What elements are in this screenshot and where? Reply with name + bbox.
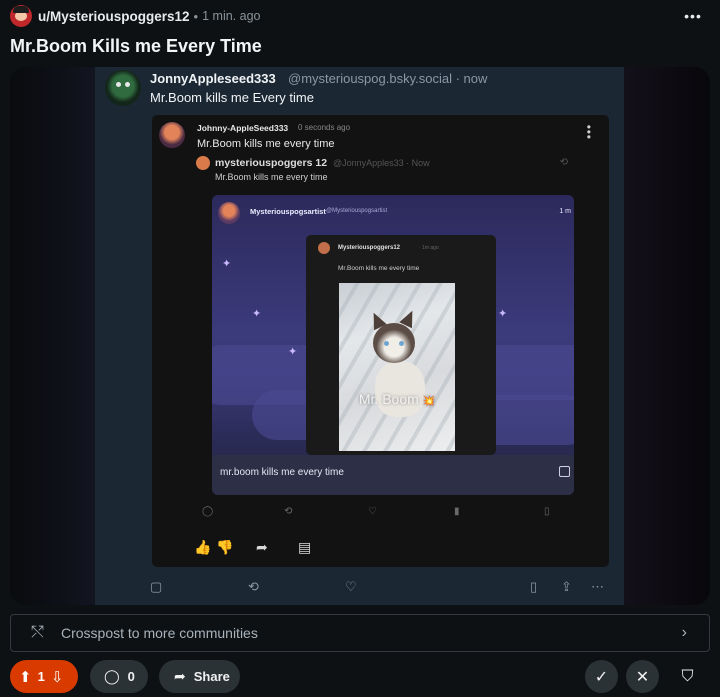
comments-button[interactable]: ◯ 0 xyxy=(90,660,148,693)
post-timestamp: 1 min. ago xyxy=(202,9,261,23)
share-button[interactable]: ➦ Share xyxy=(159,660,240,693)
star-icon: ✦ xyxy=(288,346,298,358)
like-icon: ♡ xyxy=(368,506,377,517)
embedded-screenshot: JonnyAppleseed333 @mysteriouspog.bsky.so… xyxy=(95,67,624,605)
post-title: Mr.Boom Kills me Every Time xyxy=(10,36,262,56)
stats-icon: ▮ xyxy=(454,506,460,517)
crosspost-label: Crosspost to more communities xyxy=(61,625,258,641)
card-kebab-icon: • • • xyxy=(586,120,591,144)
quote-name: mysteriouspoggers 12 xyxy=(215,157,328,169)
innermost-name: Mysteriouspoggers12 xyxy=(338,245,401,251)
innermost-time: · 1m ago xyxy=(419,245,439,251)
comment-icon: ◯ xyxy=(104,668,120,684)
card-name: Johnny-AppleSeed333 xyxy=(197,123,289,133)
innermost-card: Mysteriouspoggers12 · 1m ago Mr.Boom kil… xyxy=(306,235,496,455)
star-icon: ✦ xyxy=(222,258,232,270)
star-icon: ✦ xyxy=(252,308,262,320)
crosspost-icon: ⤲ xyxy=(31,624,44,641)
card-actions: 👍 👎 ➦ ▤ xyxy=(194,539,394,559)
galaxy-time: 1 m xyxy=(559,208,571,215)
quoted-card: Johnny-AppleSeed333 0 seconds ago Mr.Boo… xyxy=(152,115,609,567)
galaxy-footer-text: mr.boom kills me every time xyxy=(220,467,344,478)
vote-count: 1 xyxy=(37,669,45,684)
explosion-icon: 💥 xyxy=(422,396,436,407)
comment-box-icon: ▤ xyxy=(298,539,312,555)
galaxy-name: Mysteriouspogsartist xyxy=(250,207,326,216)
reply-icon: ◯ xyxy=(202,506,214,517)
separator-dot: • xyxy=(193,8,199,24)
bsky-handle: @mysteriouspog.bsky.social · now xyxy=(288,71,488,86)
post-media[interactable]: JonnyAppleseed333 @mysteriouspog.bsky.so… xyxy=(10,67,710,605)
cat-eye-left xyxy=(384,341,389,346)
cat-body xyxy=(375,361,425,417)
media-blur-right xyxy=(624,67,710,605)
bsky-actions: ▢ ⟲ ♡ ▯ ⇪ ⋯ xyxy=(95,577,624,601)
nested-quote: mysteriouspoggers 12 @JonnyApples33 · No… xyxy=(196,156,574,528)
bsky-avatar xyxy=(105,70,141,106)
share-arrow-icon: ➦ xyxy=(256,539,268,555)
cat-head xyxy=(373,323,415,363)
quote-handle: @JonnyApples33 · Now xyxy=(333,158,430,168)
quote-repost-icon: ⟲ xyxy=(559,157,568,168)
bsky-like-icon: ♡ xyxy=(345,579,357,594)
galaxy-footer: mr.boom kills me every time xyxy=(212,455,574,495)
bookmark-icon: ▯ xyxy=(544,506,550,517)
thumbs-down-icon: 👎 xyxy=(216,539,234,555)
bsky-reply-icon: ▢ xyxy=(150,579,163,594)
chevron-right-icon: › xyxy=(681,624,687,641)
media-blur-left xyxy=(10,67,95,605)
photo-caption: Mr. Boom 💥 xyxy=(339,391,455,407)
author-avatar[interactable] xyxy=(10,5,32,27)
card-time: 0 seconds ago xyxy=(298,123,351,132)
comment-count: 0 xyxy=(127,669,135,684)
bsky-share-icon: ⇪ xyxy=(561,579,572,594)
quote-actions: ◯ ⟲ ♡ ▮ ▯ xyxy=(196,506,574,522)
galaxy-post: ✦ ✦ ✦ ✦ ✦ ✦ Mysteriouspogsartist @Myster… xyxy=(212,195,574,495)
thumbs-up-icon: 👍 xyxy=(194,539,212,555)
remove-button[interactable]: ✕ xyxy=(626,660,659,693)
repost-icon: ⟲ xyxy=(284,506,293,517)
author-username[interactable]: u/Mysteriouspoggers12 xyxy=(38,9,190,24)
downvote-icon[interactable]: ⇩ xyxy=(51,668,64,686)
post-header: u/Mysteriouspoggers12 • 1 min. ago ••• xyxy=(10,4,710,28)
galaxy-avatar xyxy=(218,202,240,224)
quote-text: Mr.Boom kills me every time xyxy=(215,172,328,182)
card-avatar xyxy=(159,122,185,148)
share-label: Share xyxy=(193,669,230,684)
share-icon: ➦ xyxy=(174,668,186,684)
bsky-repost-icon: ⟲ xyxy=(248,579,259,594)
close-icon: ✕ xyxy=(635,668,650,686)
cat-photo: Mr. Boom 💥 xyxy=(339,283,455,451)
bsky-post-text: Mr.Boom kills me Every time xyxy=(150,90,314,105)
galaxy-handle: @Mysteriouspogsartist xyxy=(326,208,388,214)
innermost-avatar xyxy=(318,242,330,254)
shield-icon: ⛉ xyxy=(681,667,694,685)
mod-shield-button[interactable]: ⛉ xyxy=(671,660,704,693)
approve-button[interactable]: ✓ xyxy=(585,660,618,693)
bsky-more-icon: ⋯ xyxy=(591,579,604,594)
card-text: Mr.Boom kills me every time xyxy=(197,138,335,150)
quote-avatar xyxy=(196,156,210,170)
photo-caption-text: Mr. Boom xyxy=(358,391,419,407)
innermost-text: Mr.Boom kills me every time xyxy=(338,265,420,272)
alt-text-icon xyxy=(559,466,570,477)
upvote-icon[interactable]: ⬆ xyxy=(19,668,32,686)
bsky-display-name: JonnyAppleseed333 xyxy=(150,71,276,86)
crosspost-bar[interactable]: ⤲ Crosspost to more communities › xyxy=(10,614,710,652)
checkmark-icon: ✓ xyxy=(594,668,609,686)
more-options-icon[interactable]: ••• xyxy=(682,5,704,27)
cat-eye-right xyxy=(399,341,404,346)
vote-pill: ⬆ 1 ⇩ xyxy=(10,660,78,693)
star-icon: ✦ xyxy=(498,308,508,320)
bsky-bookmark-icon: ▯ xyxy=(530,579,538,594)
